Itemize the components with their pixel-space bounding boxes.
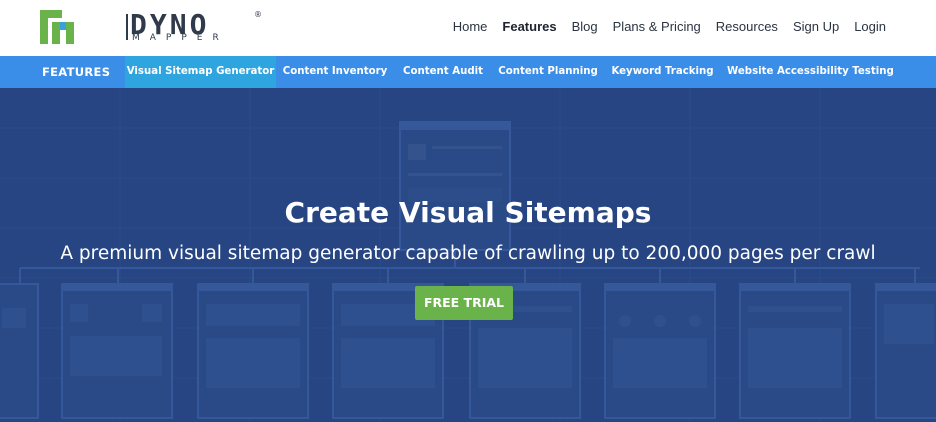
- logo-divider: [126, 14, 128, 40]
- logo-mark-icon: [40, 10, 74, 44]
- subnav-item-keyword-tracking[interactable]: Keyword Tracking: [611, 56, 714, 88]
- nav-features[interactable]: Features: [502, 19, 556, 34]
- subnav-item-content-audit[interactable]: Content Audit: [400, 56, 486, 88]
- nav-blog[interactable]: Blog: [572, 19, 598, 34]
- subnav-item-content-planning[interactable]: Content Planning: [498, 56, 598, 88]
- logo[interactable]: DYNO ® MAPPER: [40, 8, 262, 44]
- main-nav: Home Features Blog Plans & Pricing Resou…: [438, 19, 886, 34]
- logo-wordmark: DYNO ® MAPPER: [130, 8, 270, 44]
- hero-title: Create Visual Sitemaps: [284, 196, 652, 229]
- features-subnav: FEATURES Visual Sitemap Generator Conten…: [0, 56, 936, 88]
- logo-subtitle: MAPPER: [132, 33, 229, 43]
- logo-registered-mark: ®: [254, 10, 262, 19]
- free-trial-button[interactable]: FREE TRIAL: [415, 286, 513, 320]
- nav-login[interactable]: Login: [854, 19, 886, 34]
- top-header: DYNO ® MAPPER Home Features Blog Plans &…: [0, 0, 936, 56]
- subnav-item-visual-sitemap-generator[interactable]: Visual Sitemap Generator: [125, 56, 276, 88]
- subnav-item-website-accessibility-testing[interactable]: Website Accessibility Testing: [727, 56, 894, 88]
- subnav-item-content-inventory[interactable]: Content Inventory: [282, 56, 388, 88]
- nav-plans-pricing[interactable]: Plans & Pricing: [613, 19, 701, 34]
- hero-subtitle: A premium visual sitemap generator capab…: [60, 243, 876, 264]
- nav-sign-up[interactable]: Sign Up: [793, 19, 839, 34]
- nav-home[interactable]: Home: [453, 19, 488, 34]
- hero-section: Create Visual Sitemaps A premium visual …: [0, 88, 936, 422]
- subnav-title: FEATURES: [42, 65, 111, 79]
- nav-resources[interactable]: Resources: [716, 19, 778, 34]
